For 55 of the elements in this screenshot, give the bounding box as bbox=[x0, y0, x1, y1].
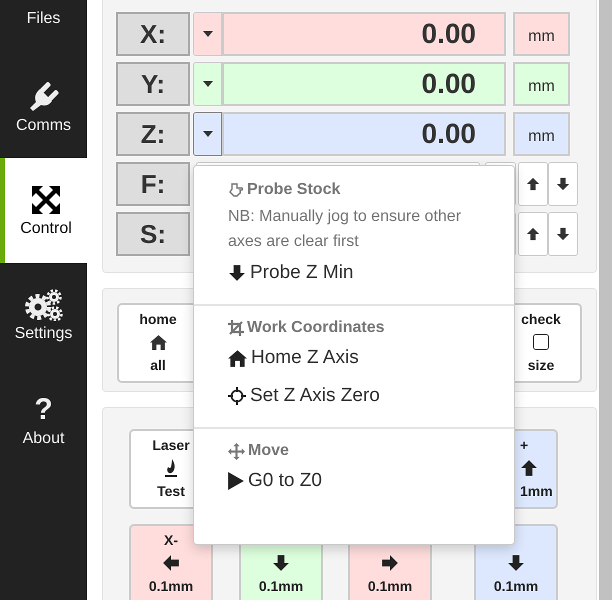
sidebar-tab[interactable]: Settings bbox=[0, 263, 87, 368]
sidebar-tab[interactable]: Comms bbox=[0, 53, 87, 158]
expand-arrows-icon bbox=[30, 184, 62, 216]
down-arrow-icon bbox=[228, 264, 246, 282]
axis-label: X: bbox=[116, 12, 190, 56]
decrease-button[interactable] bbox=[548, 162, 578, 206]
unit-label: mm bbox=[513, 62, 570, 106]
crop-icon bbox=[228, 320, 244, 336]
sidebar-tab[interactable]: Files bbox=[0, 0, 87, 53]
menu-item[interactable]: Set Z Axis Zero bbox=[228, 377, 494, 415]
position-field[interactable]: 0.00 bbox=[222, 112, 506, 156]
down-arrow-icon bbox=[272, 554, 290, 572]
section-heading: Probe Stock bbox=[247, 181, 340, 199]
dropdown-toggle[interactable] bbox=[193, 62, 222, 106]
checkbox[interactable] bbox=[533, 334, 549, 350]
sidebar-tab[interactable]: ? About bbox=[0, 368, 87, 473]
jog-button[interactable]: X- 0.1mm bbox=[129, 524, 213, 600]
up-arrow-icon bbox=[526, 227, 540, 241]
note-text: NB: Manually jog to ensure other axes are clear first bbox=[228, 207, 462, 252]
sidebar-tab[interactable]: Control bbox=[0, 158, 87, 263]
up-arrow-icon bbox=[520, 459, 538, 477]
axis-label: S: bbox=[116, 212, 190, 256]
down-arrow-icon bbox=[556, 227, 570, 241]
move-icon bbox=[228, 442, 245, 460]
position-field[interactable]: 0.00 bbox=[222, 62, 506, 106]
axis-label: F: bbox=[116, 162, 190, 206]
right-arrow-icon bbox=[381, 554, 399, 572]
section-heading: Work Coordinates bbox=[247, 319, 384, 337]
home-icon bbox=[150, 334, 166, 350]
dropdown-toggle[interactable] bbox=[193, 112, 222, 156]
increase-button[interactable] bbox=[518, 162, 548, 206]
play-icon bbox=[228, 472, 244, 490]
axis-label: Y: bbox=[116, 62, 190, 106]
position-field[interactable]: 0.00 bbox=[222, 12, 506, 56]
pointing-hand-icon bbox=[228, 182, 244, 198]
crosshair-icon bbox=[228, 387, 246, 405]
left-arrow-icon bbox=[162, 554, 180, 572]
caret-icon bbox=[202, 31, 212, 37]
menu-item[interactable]: Probe Z Min bbox=[228, 254, 494, 292]
menu-item[interactable]: Home Z Axis bbox=[228, 339, 494, 377]
home-icon bbox=[228, 350, 247, 366]
axis-label: Z: bbox=[116, 112, 190, 156]
down-arrow-icon bbox=[556, 177, 570, 191]
caret-icon bbox=[202, 131, 212, 137]
decrease-button[interactable] bbox=[548, 212, 578, 256]
dropdown-toggle[interactable] bbox=[193, 12, 222, 56]
increase-button[interactable] bbox=[518, 212, 548, 256]
unit-label: mm bbox=[513, 112, 570, 156]
section-heading: Move bbox=[248, 442, 289, 460]
gears-icon bbox=[24, 288, 64, 320]
up-arrow-icon bbox=[526, 177, 540, 191]
unit-label: mm bbox=[513, 12, 570, 56]
down-arrow-icon bbox=[507, 554, 525, 572]
flame-icon bbox=[165, 459, 177, 477]
caret-icon bbox=[202, 81, 212, 87]
